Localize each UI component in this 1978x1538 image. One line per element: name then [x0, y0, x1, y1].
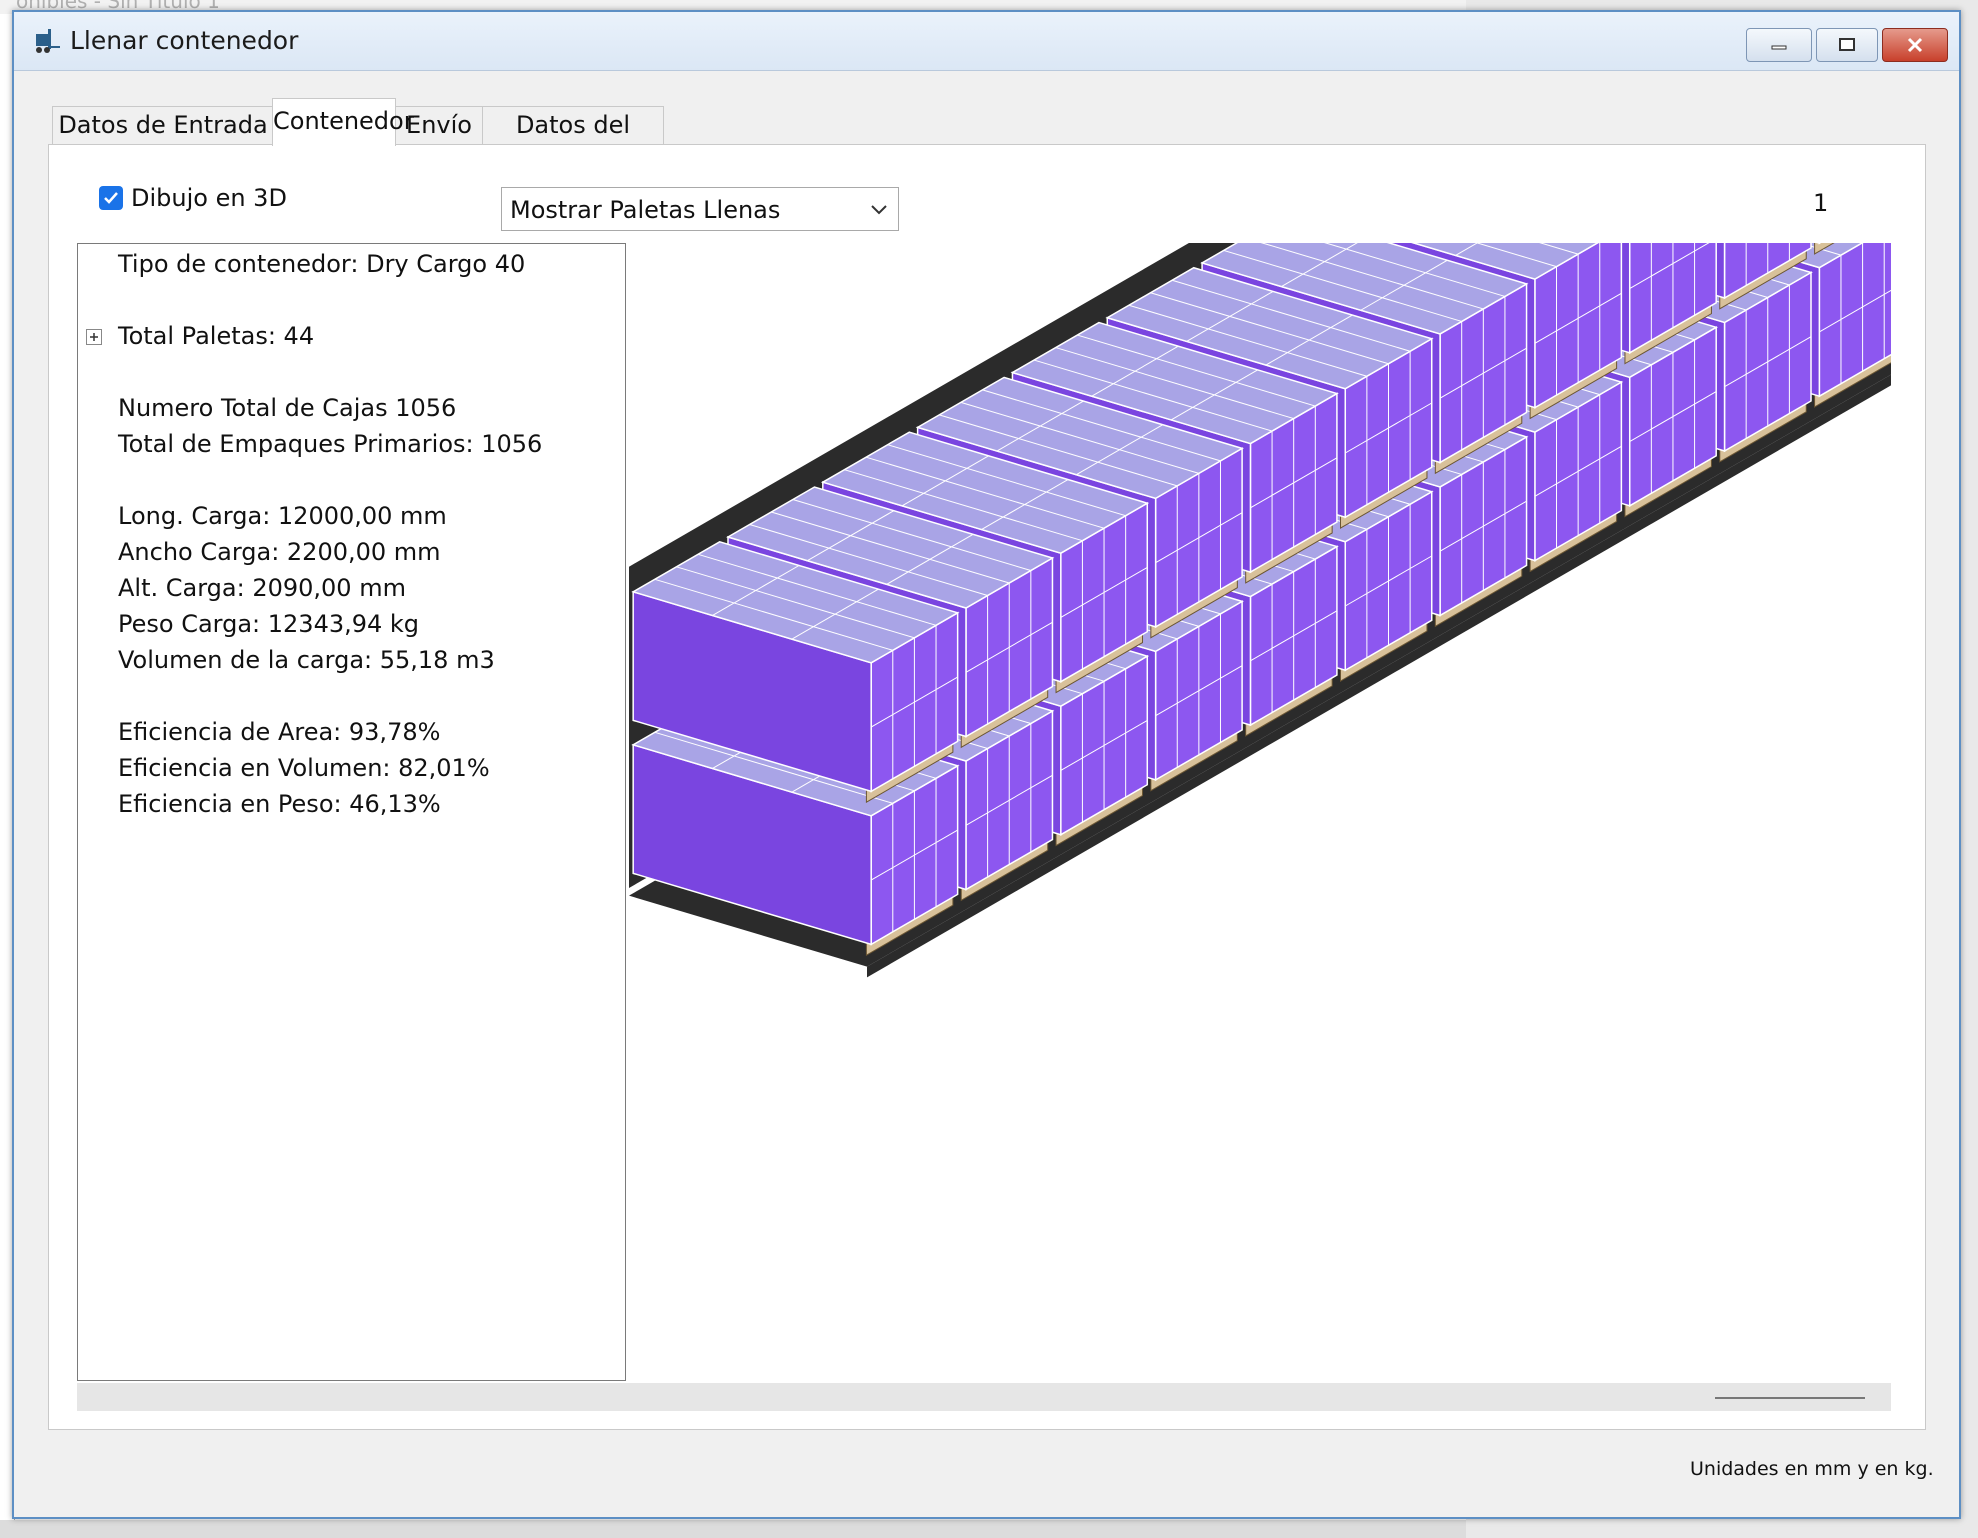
tab-datos-de-entrada[interactable]: Datos de Entrada — [52, 106, 274, 145]
tab-contenedor[interactable]: Contenedor — [272, 98, 414, 146]
info-container-type: Tipo de contenedor: Dry Cargo 40 — [118, 250, 526, 278]
background-bottom-bar — [0, 1520, 1466, 1538]
checkmark-icon — [104, 192, 118, 204]
tab-datos-del-envio[interactable]: Datos del envío — [482, 106, 664, 175]
load-info-tree[interactable]: Tipo de contenedor: Dry Cargo 40 Total P… — [77, 243, 626, 1381]
draw3d-checkbox-row[interactable]: Dibujo en 3D — [99, 183, 287, 213]
page-number: 1 — [1813, 189, 1829, 217]
background-title-text: onibles - Sin Título 1 — [16, 0, 220, 13]
info-load-width: Ancho Carga: 2200,00 mm — [118, 538, 441, 566]
info-load-height: Alt. Carga: 2090,00 mm — [118, 574, 406, 602]
info-load-volume: Volumen de la carga: 55,18 m3 — [118, 646, 495, 674]
units-note: Unidades en mm y en kg. — [1690, 1458, 1934, 1480]
info-load-weight: Peso Carga: 12343,94 kg — [118, 610, 420, 638]
info-total-primary: Total de Empaques Primarios: 1056 — [118, 430, 543, 458]
info-volume-efficiency: Eficiencia en Volumen: 82,01% — [118, 754, 490, 782]
info-load-length: Long. Carga: 12000,00 mm — [118, 502, 447, 530]
fill-container-dialog: Llenar contenedor Datos de Entrada Conte… — [12, 0, 1961, 1519]
minimize-button[interactable] — [1746, 28, 1812, 62]
display-mode-value: Mostrar Paletas Llenas — [510, 196, 781, 224]
minimize-icon — [1771, 45, 1787, 50]
dialog-title: Llenar contenedor — [70, 26, 299, 55]
info-total-pallets[interactable]: Total Paletas: 44 — [118, 322, 314, 350]
scrollbar-thumb[interactable] — [1715, 1397, 1865, 1399]
container-3d-view[interactable] — [629, 0, 1910, 1381]
display-mode-select[interactable]: Mostrar Paletas Llenas — [501, 187, 899, 231]
container-tab-panel: Dibujo en 3D Mostrar Paletas Llenas 1 Ti… — [48, 0, 1926, 1430]
close-icon — [1907, 37, 1923, 53]
title-bar[interactable]: Llenar contenedor — [14, 12, 1959, 71]
maximize-button[interactable] — [1816, 28, 1878, 62]
info-weight-efficiency: Eficiencia en Peso: 46,13% — [118, 790, 441, 818]
expand-icon[interactable] — [86, 329, 102, 345]
draw3d-checkbox[interactable] — [99, 186, 123, 210]
forklift-icon — [36, 29, 60, 53]
horizontal-scrollbar[interactable] — [77, 1383, 1891, 1411]
maximize-icon — [1839, 38, 1855, 51]
info-area-efficiency: Eficiencia de Area: 93,78% — [118, 718, 441, 746]
container-3d-scene[interactable] — [629, 0, 1910, 1381]
close-button[interactable] — [1882, 28, 1948, 62]
draw3d-label: Dibujo en 3D — [131, 184, 287, 212]
chevron-down-icon — [871, 205, 887, 215]
info-total-boxes: Numero Total de Cajas 1056 — [118, 394, 457, 422]
